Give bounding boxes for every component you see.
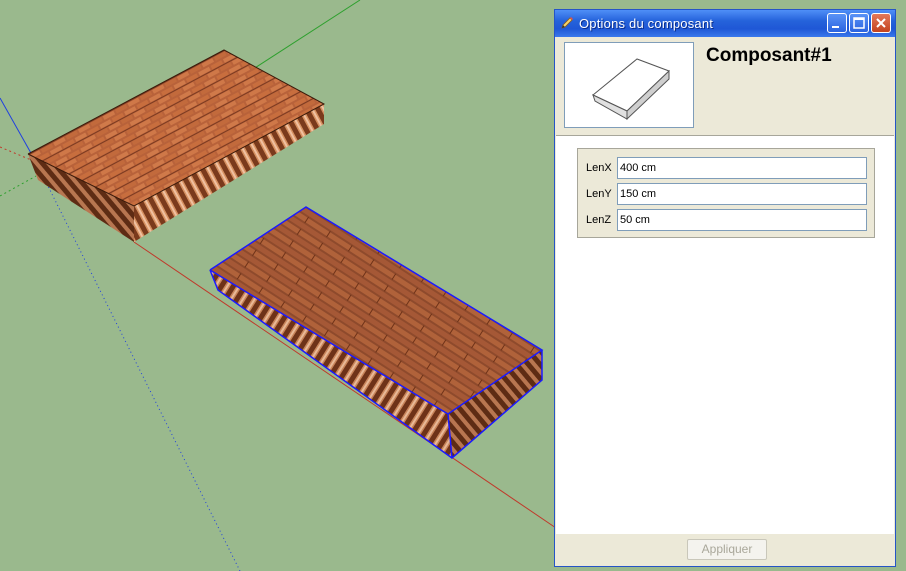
component-options-window: Options du composant Composant#1 LenX 40… — [554, 9, 896, 567]
brick-slab-2-selected[interactable] — [209, 206, 544, 459]
dialog-footer: Appliquer — [556, 534, 894, 566]
brick-slab-1[interactable] — [27, 49, 326, 242]
component-header: Composant#1 — [556, 37, 894, 136]
component-name: Composant#1 — [706, 45, 832, 66]
component-thumbnail — [564, 42, 694, 128]
close-button[interactable] — [871, 13, 891, 33]
dimension-fields: LenX LenY LenZ — [577, 148, 875, 238]
box-preview-icon — [592, 58, 670, 121]
options-body: LenX LenY LenZ — [556, 136, 894, 534]
minimize-button[interactable] — [827, 13, 847, 33]
title-bar[interactable]: Options du composant — [555, 10, 895, 37]
lenz-label: LenZ — [586, 214, 612, 226]
pencil-icon — [561, 17, 573, 29]
apply-button[interactable]: Appliquer — [687, 539, 767, 560]
leny-label: LenY — [586, 188, 612, 200]
window-title: Options du composant — [579, 16, 714, 31]
lenx-input[interactable] — [617, 157, 867, 179]
green-axis-dotted — [0, 175, 37, 197]
close-icon — [876, 18, 886, 28]
leny-input[interactable] — [617, 183, 867, 205]
lenx-label: LenX — [586, 162, 612, 174]
maximize-button[interactable] — [849, 13, 869, 33]
minimize-icon — [832, 26, 839, 28]
maximize-icon — [853, 17, 865, 29]
lenz-input[interactable] — [617, 209, 867, 231]
